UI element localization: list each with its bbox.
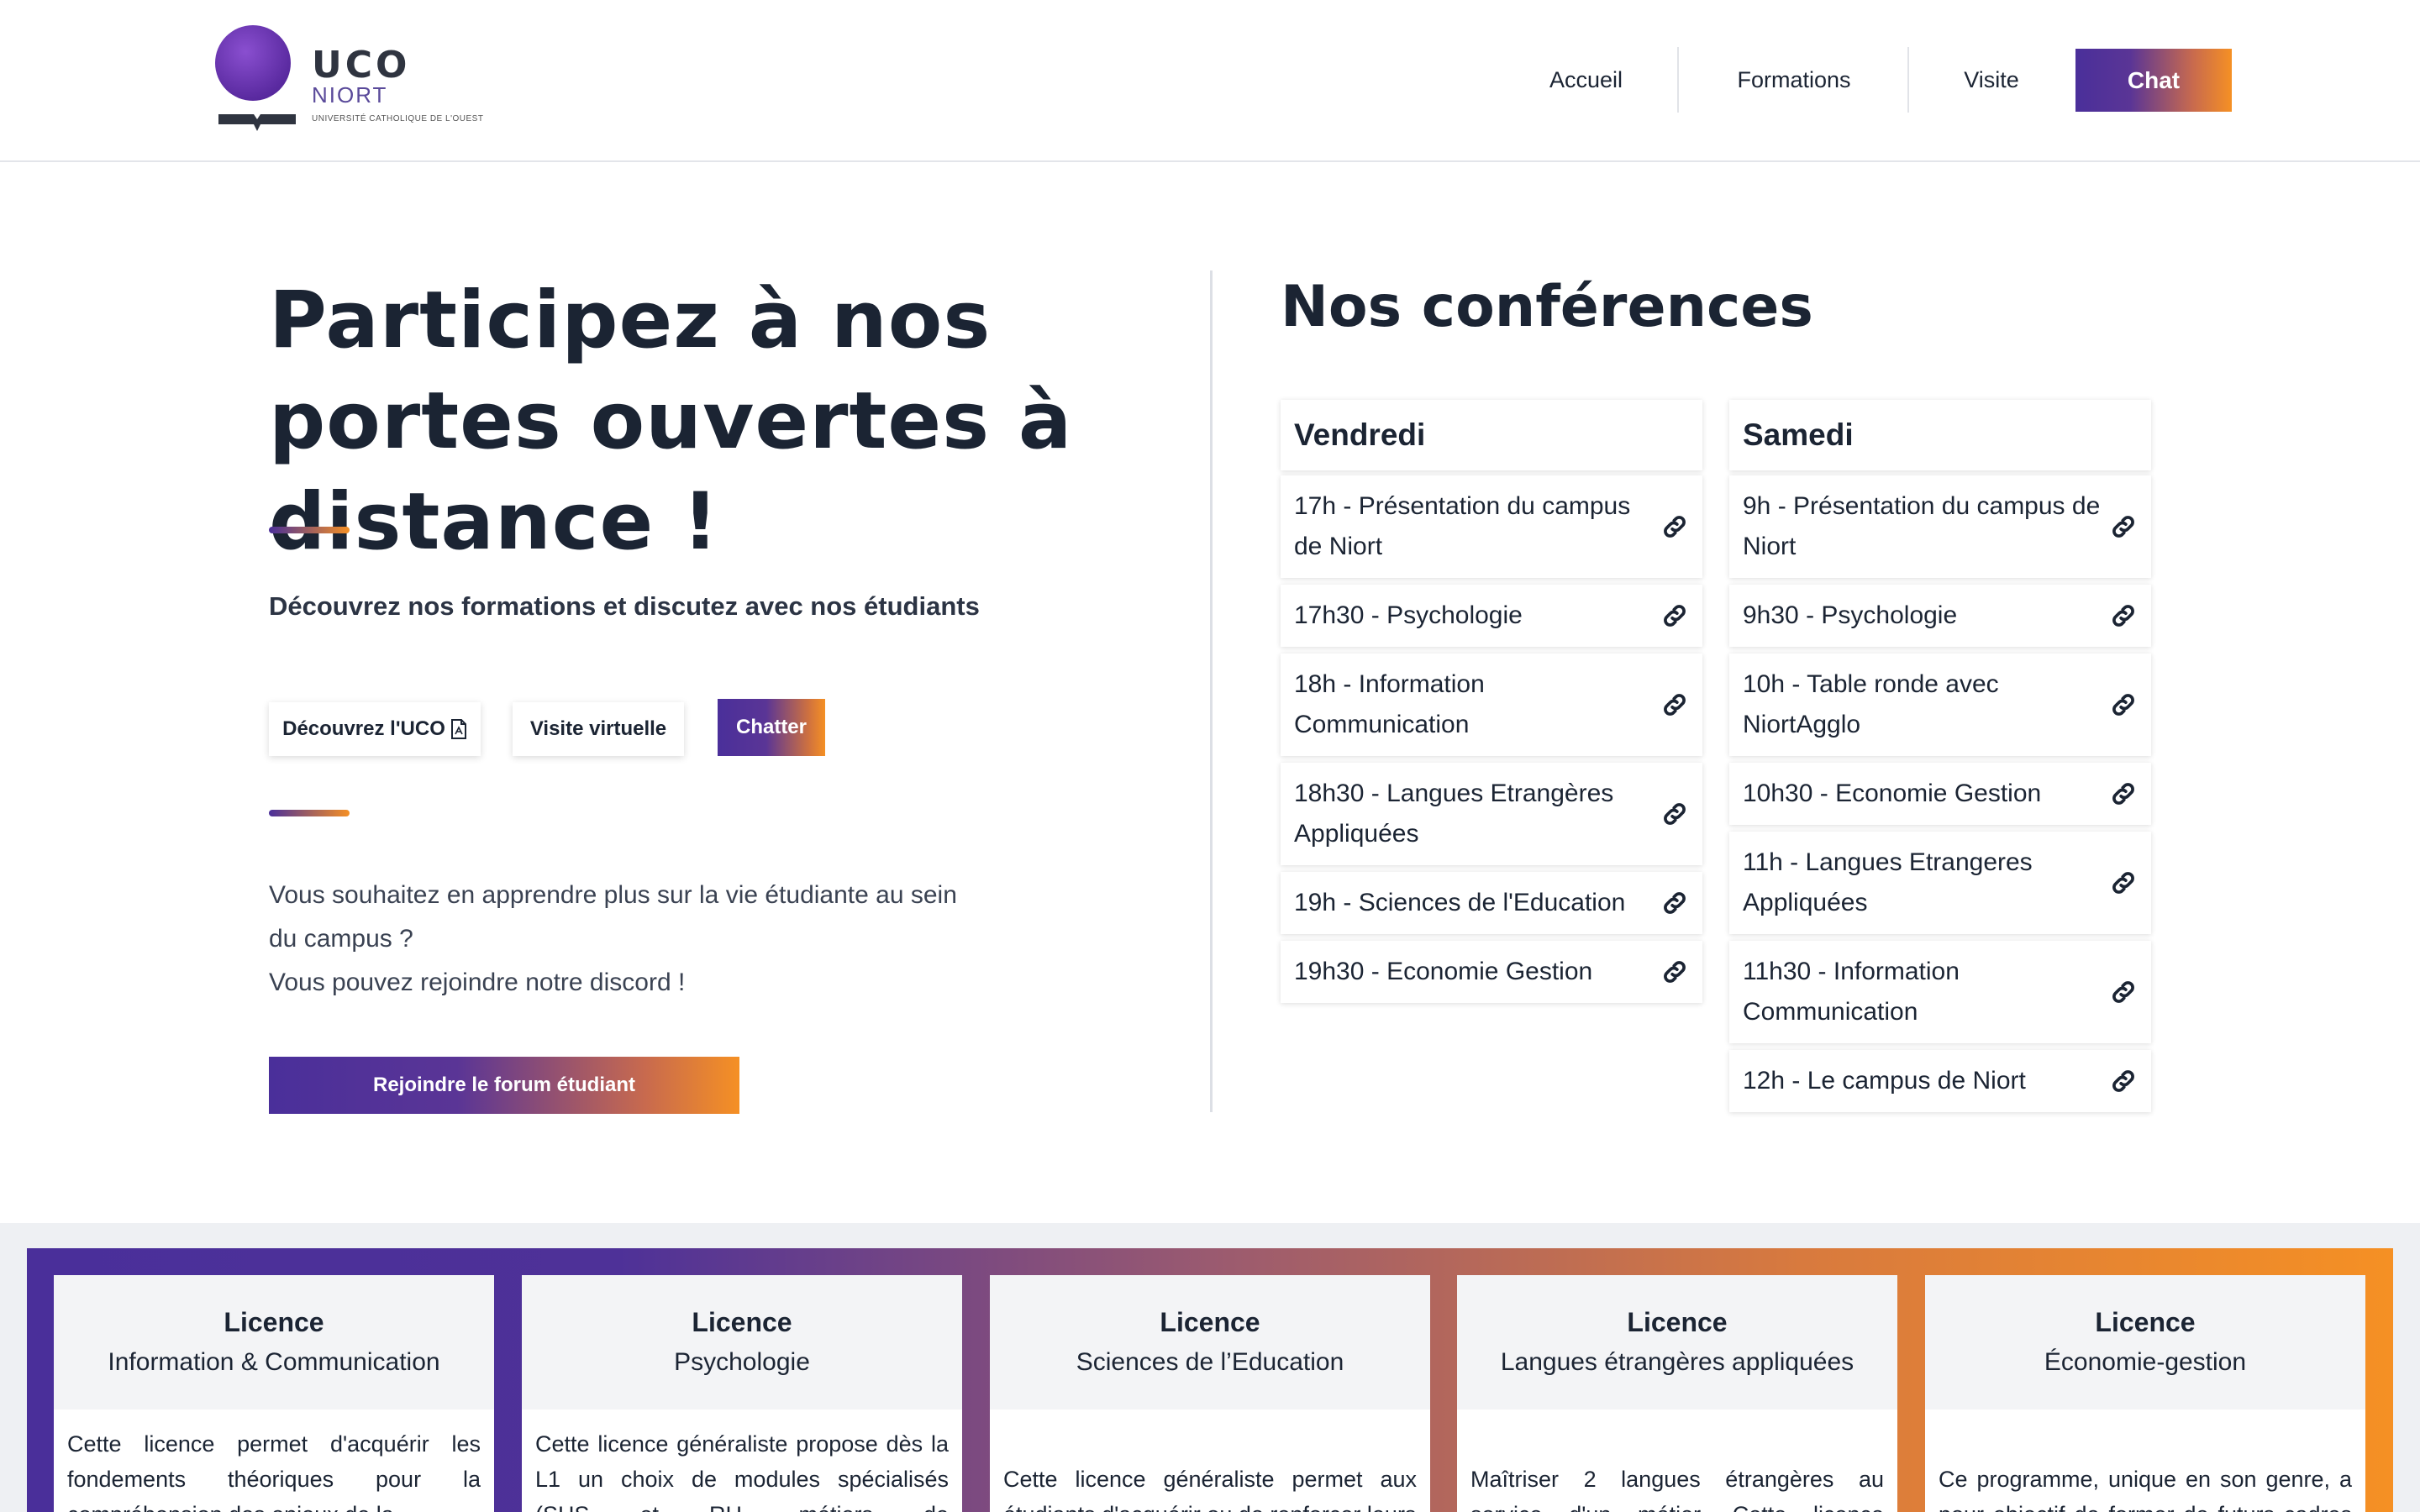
student-life-text: Vous souhaitez en apprendre plus sur la …	[269, 874, 975, 1005]
program-description: Ce programme, unique en son genre, a pou…	[1939, 1467, 2352, 1512]
program-name: Sciences de l’Education	[1076, 1348, 1344, 1376]
conference-label: 18h30 - Langues Etrangères Appliquées	[1294, 780, 1614, 848]
discord-line: Vous pouvez rejoindre notre discord !	[269, 969, 686, 996]
pdf-file-icon	[450, 719, 466, 739]
vertical-divider	[1210, 270, 1213, 1112]
program-card-header: Licence Psychologie	[522, 1275, 962, 1410]
link-icon[interactable]	[1660, 512, 1689, 541]
uco-logo[interactable]: UCO NIORT UNIVERSITÉ CATHOLIQUE DE L'OUE…	[215, 25, 501, 134]
conference-item[interactable]: 12h - Le campus de Niort	[1729, 1050, 2151, 1112]
saturday-header: Samedi	[1729, 400, 2151, 470]
program-card-header: Licence Sciences de l’Education	[990, 1275, 1430, 1410]
gradient-divider	[269, 810, 350, 816]
conference-item[interactable]: 18h - Information Communication	[1281, 654, 1702, 756]
conference-item[interactable]: 19h - Sciences de l'Education	[1281, 872, 1702, 934]
link-icon[interactable]	[2109, 780, 2138, 808]
saturday-column: Samedi 9h - Présentation du campus de Ni…	[1729, 400, 2151, 1119]
program-description: Cette licence généraliste permet aux étu…	[1003, 1467, 1417, 1512]
conference-item[interactable]: 10h30 - Economie Gestion	[1729, 763, 2151, 825]
chatter-button[interactable]: Chatter	[718, 699, 825, 756]
program-kind: Licence	[692, 1307, 792, 1337]
conference-label: 17h - Présentation du campus de Niort	[1294, 492, 1631, 560]
conference-item[interactable]: 18h30 - Langues Etrangères Appliquées	[1281, 763, 1702, 865]
program-card-psychologie[interactable]: Licence Psychologie Cette licence généra…	[522, 1275, 962, 1512]
link-icon[interactable]	[1660, 800, 1689, 828]
conference-item[interactable]: 19h30 - Economie Gestion	[1281, 941, 1702, 1003]
program-card-langues-etrangeres[interactable]: Licence Langues étrangères appliquées Ma…	[1457, 1275, 1897, 1512]
link-icon[interactable]	[2109, 512, 2138, 541]
conference-label: 12h - Le campus de Niort	[1743, 1067, 2026, 1095]
link-icon[interactable]	[1660, 889, 1689, 917]
logo-book-icon	[218, 114, 296, 131]
program-card-header: Licence Information & Communication	[54, 1275, 494, 1410]
discover-uco-button[interactable]: Découvrez l'UCO	[269, 702, 481, 756]
link-icon[interactable]	[2109, 601, 2138, 630]
conference-label: 18h - Information Communication	[1294, 670, 1485, 738]
program-kind: Licence	[1627, 1307, 1728, 1337]
conference-item[interactable]: 17h30 - Psychologie	[1281, 585, 1702, 647]
program-kind: Licence	[1160, 1307, 1260, 1337]
join-forum-button[interactable]: Rejoindre le forum étudiant	[269, 1057, 739, 1114]
program-card-header: Licence Économie-gestion	[1925, 1275, 2365, 1410]
friday-header: Vendredi	[1281, 400, 1702, 470]
conference-label: 9h30 - Psychologie	[1743, 601, 1958, 629]
hero-lead: Découvrez nos formations et discutez ave…	[269, 591, 980, 621]
program-kind: Licence	[2095, 1307, 2196, 1337]
nav-divider	[1677, 47, 1679, 113]
conference-label: 9h - Présentation du campus de Niort	[1743, 492, 2101, 560]
link-icon[interactable]	[2109, 690, 2138, 719]
logo-campus: NIORT	[312, 82, 388, 108]
conferences-title: Nos conférences	[1281, 274, 1813, 340]
program-card-information-communication[interactable]: Licence Information & Communication Cett…	[54, 1275, 494, 1512]
program-name: Psychologie	[674, 1348, 810, 1376]
program-card-header: Licence Langues étrangères appliquées	[1457, 1275, 1897, 1410]
nav-divider	[1907, 47, 1909, 113]
nav-visite[interactable]: Visite	[1941, 49, 2042, 112]
conference-item[interactable]: 10h - Table ronde avec NiortAgglo	[1729, 654, 2151, 756]
link-icon[interactable]	[1660, 690, 1689, 719]
nav-accueil[interactable]: Accueil	[1529, 49, 1643, 112]
hero-title: Participez à nos portes ouvertes à dista…	[269, 275, 1073, 568]
conference-item[interactable]: 17h - Présentation du campus de Niort	[1281, 475, 1702, 578]
conference-item[interactable]: 11h - Langues Etrangeres Appliquées	[1729, 832, 2151, 934]
virtual-visit-button[interactable]: Visite virtuelle	[513, 702, 684, 756]
link-icon[interactable]	[1660, 958, 1689, 986]
gradient-divider	[269, 527, 350, 533]
conference-label: 11h30 - Information Communication	[1743, 958, 1960, 1026]
program-name: Information & Communication	[108, 1348, 440, 1376]
link-icon[interactable]	[2109, 1067, 2138, 1095]
program-description: Cette licence permet d'acquérir les fond…	[67, 1431, 481, 1512]
nav-formations[interactable]: Formations	[1714, 49, 1874, 112]
program-name: Langues étrangères appliquées	[1500, 1348, 1854, 1376]
link-icon[interactable]	[2109, 978, 2138, 1006]
logo-name: UCO	[312, 44, 411, 87]
conference-label: 19h - Sciences de l'Education	[1294, 889, 1626, 916]
conference-item[interactable]: 11h30 - Information Communication	[1729, 941, 2151, 1043]
program-name: Économie-gestion	[2044, 1348, 2247, 1376]
conference-label: 11h - Langues Etrangeres Appliquées	[1743, 848, 2033, 916]
conference-item[interactable]: 9h30 - Psychologie	[1729, 585, 2151, 647]
student-life-line: Vous souhaitez en apprendre plus sur la …	[269, 881, 957, 953]
program-description: Cette licence généraliste propose dès la…	[535, 1431, 949, 1512]
conference-item[interactable]: 9h - Présentation du campus de Niort	[1729, 475, 2151, 578]
conference-label: 19h30 - Economie Gestion	[1294, 958, 1593, 985]
program-card-economie-gestion[interactable]: Licence Économie-gestion Ce programme, u…	[1925, 1275, 2365, 1512]
program-card-sciences-education[interactable]: Licence Sciences de l’Education Cette li…	[990, 1275, 1430, 1512]
link-icon[interactable]	[2109, 869, 2138, 897]
discover-uco-label: Découvrez l'UCO	[282, 717, 445, 740]
nav-chat-button[interactable]: Chat	[2075, 49, 2232, 112]
site-header: UCO NIORT UNIVERSITÉ CATHOLIQUE DE L'OUE…	[0, 0, 2420, 162]
conference-label: 10h30 - Economie Gestion	[1743, 780, 2042, 807]
conference-label: 17h30 - Psychologie	[1294, 601, 1523, 629]
program-kind: Licence	[224, 1307, 324, 1337]
logo-subtitle: UNIVERSITÉ CATHOLIQUE DE L'OUEST	[312, 114, 484, 123]
friday-column: Vendredi 17h - Présentation du campus de…	[1281, 400, 1702, 1010]
program-description: Maîtriser 2 langues étrangères au servic…	[1470, 1467, 1884, 1512]
logo-circle-icon	[215, 25, 291, 101]
conference-label: 10h - Table ronde avec NiortAgglo	[1743, 670, 1999, 738]
link-icon[interactable]	[1660, 601, 1689, 630]
